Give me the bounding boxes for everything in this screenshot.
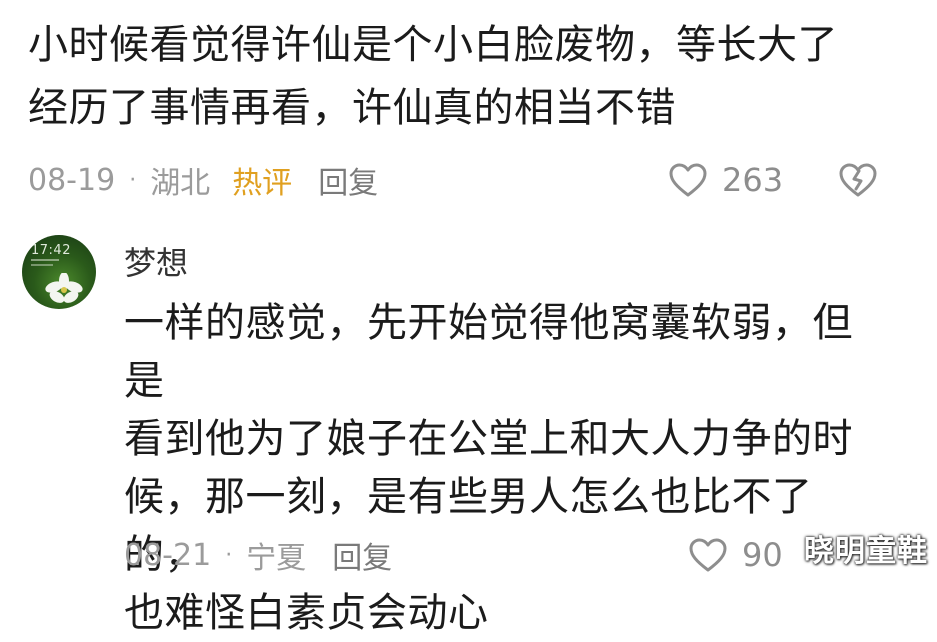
reply-button[interactable]: 回复 <box>318 158 378 202</box>
reply-date: 08-21 <box>124 537 212 573</box>
comment-line: 小时候看觉得许仙是个小白脸废物，等长大了 <box>28 22 838 68</box>
avatar-clock-text: 17:42 <box>31 243 71 258</box>
heart-icon <box>689 538 727 572</box>
reply-like-count: 90 <box>742 536 783 574</box>
reply-line: 一样的感觉，先开始觉得他窝囊软弱，但是 <box>124 300 853 404</box>
hot-comment-badge: 热评 <box>232 166 293 201</box>
like-count: 263 <box>722 161 784 199</box>
reply-line: 看到他为了娘子在公堂上和大人力争的时 <box>124 416 853 462</box>
reply-location: 宁夏 <box>246 541 307 576</box>
avatar-decoration <box>31 264 53 266</box>
meta-separator: · <box>225 542 233 568</box>
reply-username[interactable]: 梦想 <box>124 238 188 284</box>
avatar-decoration <box>31 259 59 261</box>
comment-line: 经历了事情再看，许仙真的相当不错 <box>28 85 676 131</box>
heart-icon <box>669 163 707 197</box>
comment-location: 湖北 <box>150 166 211 201</box>
comment-meta: 08-19 · 湖北 热评 回复 <box>28 158 378 202</box>
reply-text: 一样的感觉，先开始觉得他窝囊软弱，但是 看到他为了娘子在公堂上和大人力争的时 候… <box>124 294 884 642</box>
reply-meta: 08-21 · 宁夏 回复 <box>124 533 392 577</box>
reply-line: 也难怪白素贞会动心 <box>124 590 489 636</box>
reply-reply-button[interactable]: 回复 <box>332 533 392 577</box>
watermark: 晓明童鞋 <box>804 534 928 569</box>
dislike-heart-icon <box>839 163 877 197</box>
flower-icon <box>45 273 83 303</box>
reply-like-button[interactable]: 90 <box>688 533 783 577</box>
comment-text: 小时候看觉得许仙是个小白脸废物，等长大了 经历了事情再看，许仙真的相当不错 <box>28 14 898 140</box>
dislike-button[interactable] <box>838 162 878 202</box>
avatar[interactable]: 17:42 <box>22 235 96 309</box>
meta-separator: · <box>129 167 137 193</box>
comment-date: 08-19 <box>28 162 116 198</box>
like-button[interactable]: 263 <box>668 158 783 202</box>
